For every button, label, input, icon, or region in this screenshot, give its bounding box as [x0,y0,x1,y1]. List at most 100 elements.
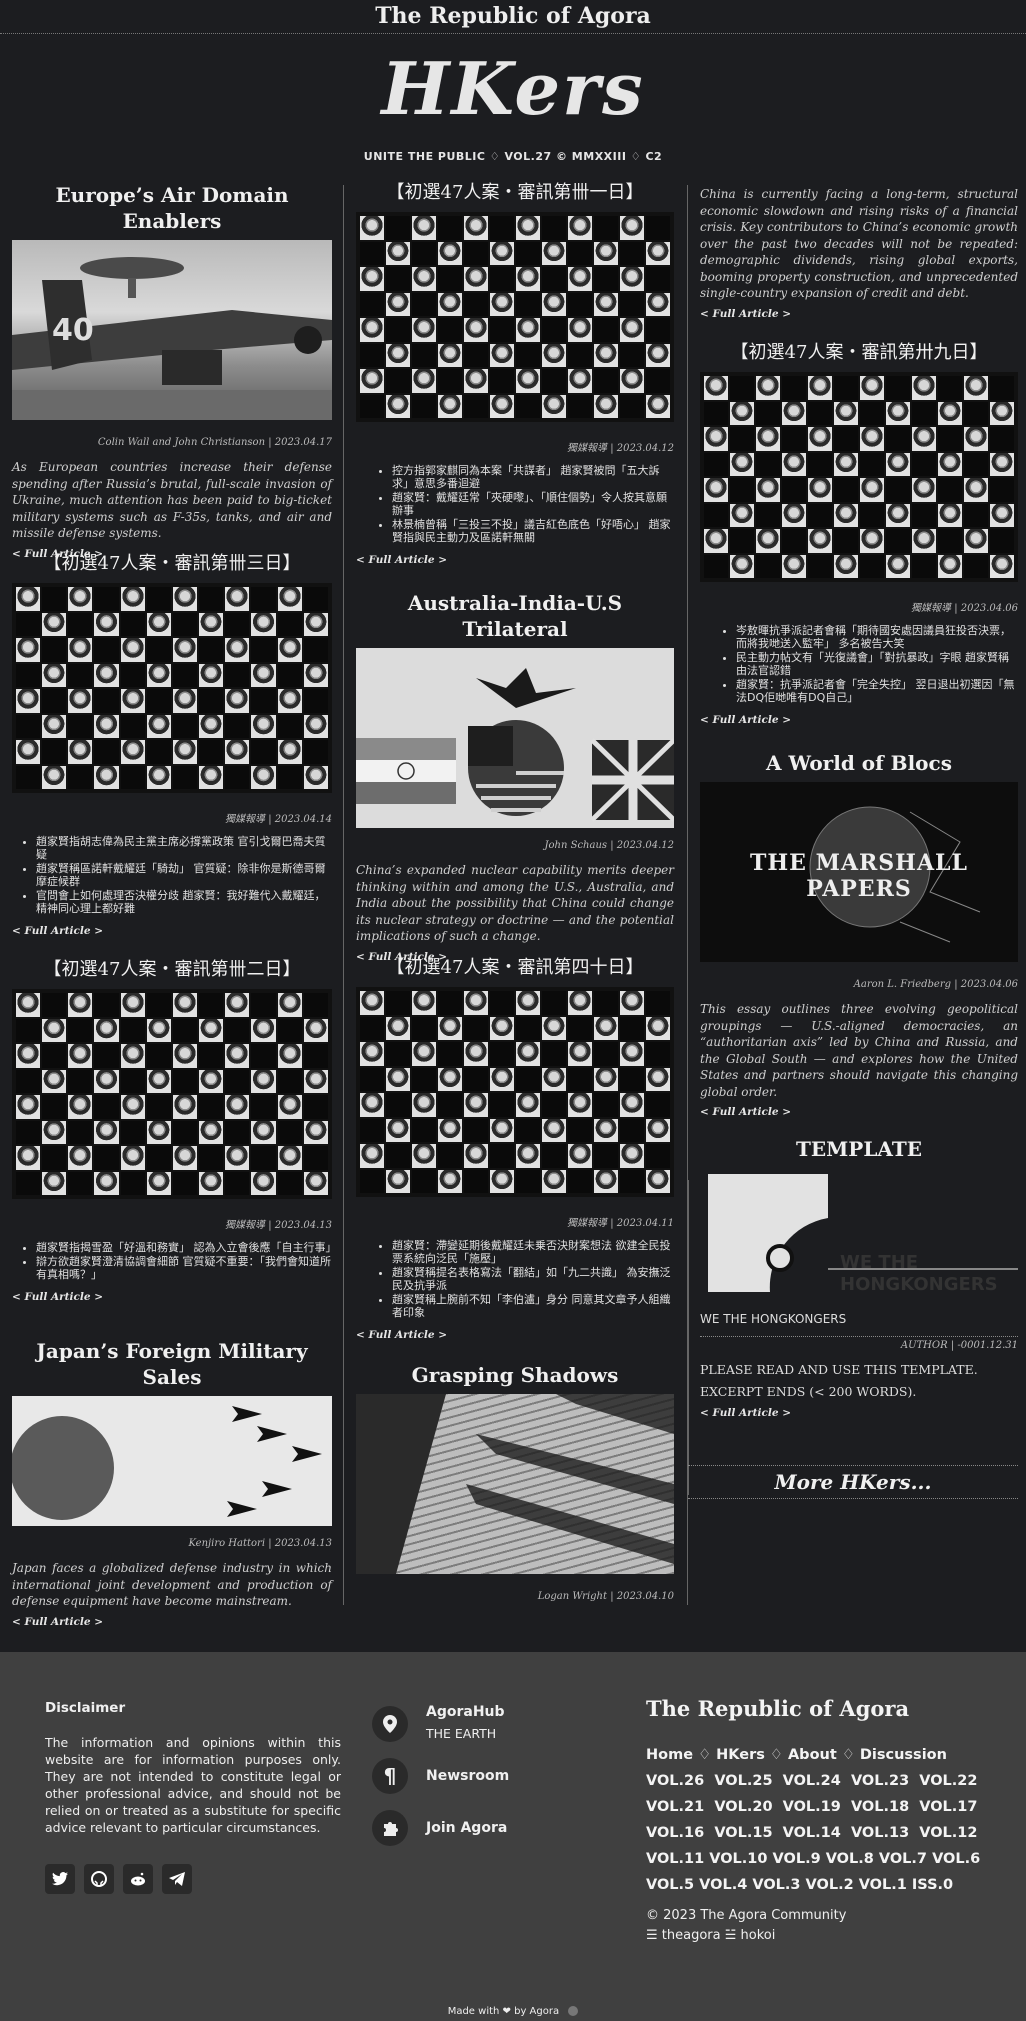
article-headline[interactable]: 【初選47人案・審訊第卌三日】 [12,551,332,577]
article-byline: 獨媒報導 | 2023.04.12 [567,443,674,454]
bullet-item[interactable]: 趙家賢指胡志偉為民主黨主席必撐黨政策 官引戈爾巴喬夫質疑 [36,835,332,861]
social-handles[interactable]: ☰ theagora ☱ hokoi [646,1928,775,1943]
svg-text:40: 40 [52,313,94,348]
full-article-link[interactable]: < Full Article > [700,1407,1018,1419]
article-image-defendants-grid[interactable] [12,583,332,793]
bullet-item[interactable]: 趙家賢稱提名表格寫法「翻結」如「九二共識」 為安撫泛民及抗爭派 [392,1266,674,1292]
puzzle-icon [372,1810,408,1846]
newsroom-link[interactable]: Newsroom [426,1768,509,1784]
full-article-link[interactable]: < Full Article > [700,1106,1018,1118]
article-headline[interactable]: TEMPLATE [700,1136,1018,1162]
agorahub-subtitle: THE EARTH [426,1726,497,1741]
article-byline: John Schaus | 2023.04.12 [544,840,675,851]
article-headline[interactable]: Japan’s Foreign Military Sales [12,1338,332,1390]
bullet-item[interactable]: 趙家賢：抗爭派記者會「完全失控」 翌日退出初選因「無法DQ佢哋唯有DQ自己」 [736,678,1018,704]
reddit-icon[interactable] [123,1864,153,1894]
bullet-item[interactable]: 趙家賢稱區諾軒戴耀廷「騎劫」 官質疑：除非你是斯德哥爾摩症候群 [36,862,332,888]
portrait-grid [12,989,332,1199]
bullet-item[interactable]: 官問會上如何處理否決權分歧 趙家賢：我好難代入戴耀廷，精神同心理上都好難 [36,889,332,915]
bullet-item[interactable]: 辯方欲趙家賢澄清協調會細節 官質疑不重要：「我們會知道所有真相嗎？」 [36,1255,332,1281]
location-pin-icon [372,1706,408,1742]
full-article-link[interactable]: < Full Article > [12,1616,332,1628]
bullet-item[interactable]: 趙家賢：戴耀廷常「夾硬嚟」、「順住個勢」令人按其意願辦事 [392,491,674,517]
article-image-defendants-grid[interactable] [12,989,332,1199]
article-headline[interactable]: Grasping Shadows [356,1362,674,1388]
footer-brand[interactable]: The Republic of Agora [646,1696,909,1721]
article-trial-day-41: 【初選47人案・審訊第卌一日】 獨媒報導 | 2023.04.12 控方指郭家麒… [356,180,674,566]
twitter-icon[interactable] [45,1864,75,1894]
full-article-link[interactable]: < Full Article > [356,554,674,566]
agorahub-link[interactable]: AgoraHub [426,1704,505,1720]
article-image-marshall-papers[interactable]: THE MARSHALL PAPERS [700,782,1018,962]
full-article-link[interactable]: < Full Article > [12,1291,332,1303]
column-divider [343,185,344,1605]
github-icon[interactable] [84,1864,114,1894]
article-byline: 獨媒報導 | 2023.04.13 [225,1220,332,1231]
article-byline: Logan Wright | 2023.04.10 [537,1591,674,1602]
tagline: UNITE THE PUBLIC ♢ VOL.27 © MMXXIII ♢ C2 [363,150,663,163]
article-headline[interactable]: 【初選47人案・審訊第卌一日】 [356,180,674,206]
article-image-defendants-grid[interactable] [700,372,1018,582]
article-byline: Kenjiro Hattori | 2023.04.13 [188,1538,332,1549]
article-headline[interactable]: 【初選47人案・審訊第四十日】 [356,955,674,981]
article-bullets: 趙家賢指揭雪盈「好溫和務實」 認為入立會後應「自主行事」 辯方欲趙家賢澄清協調會… [12,1241,337,1281]
article-image-shadows[interactable] [356,1394,674,1574]
article-image-defendants-grid[interactable] [356,987,674,1197]
join-agora-link[interactable]: Join Agora [426,1820,507,1836]
article-bullets: 趙家賢指胡志偉為民主黨主席必撐黨政策 官引戈爾巴喬夫質疑 趙家賢稱區諾軒戴耀廷「… [12,835,332,915]
article-summary: Japan faces a globalized defense industr… [12,1561,332,1608]
bullet-item[interactable]: 趙家賢指揭雪盈「好溫和務實」 認為入立會後應「自主行事」 [36,1241,337,1254]
article-headline[interactable]: A World of Blocs [700,750,1018,776]
site-title[interactable]: The Republic of Agora [0,0,1026,34]
made-with-credit: Made with ❤ by Agora [0,2006,1026,2017]
full-article-link[interactable]: < Full Article > [356,1329,674,1341]
template-body-line-2: EXCERPT ENDS (< 200 WORDS). [700,1384,917,1399]
volume-links-row-4[interactable]: VOL.11 VOL.10 VOL.9 VOL.8 VOL.7 VOL.6 [646,1846,980,1872]
article-byline: Colin Wall and John Christianson | 2023.… [97,437,332,448]
article-image-flags[interactable] [356,648,674,828]
copyright: © 2023 The Agora Community [646,1908,847,1923]
full-article-link[interactable]: < Full Article > [700,714,1018,726]
portrait-grid [12,583,332,793]
volume-links-row-3[interactable]: VOL.16 VOL.15 VOL.14 VOL.13 VOL.12 [646,1820,977,1846]
article-summary: China is currently facing a long-term, s… [700,187,1018,300]
article-headline[interactable]: 【初選47人案・審訊第卌二日】 [12,957,332,983]
bullet-item[interactable]: 岑敖暉抗爭派記者會稱「期待國安處因議員狂投否決票，而將我哋送入監牢」 多名被告大… [736,624,1018,650]
article-world-of-blocs: A World of Blocs THE MARSHALL PAPERS Aar… [700,750,1018,1118]
full-article-link[interactable]: < Full Article > [700,308,1018,320]
shadow-wall-illustration [356,1394,674,1574]
bullet-item[interactable]: 控方指郭家麒同為本案「共謀者」 趙家賢被問「五大訴求」意思多番迴避 [392,464,674,490]
article-image-jets-flag[interactable] [12,1396,332,1526]
footer-nav[interactable]: Home ♢ HKers ♢ About ♢ Discussion [646,1742,947,1768]
full-article-link[interactable]: < Full Article > [12,925,332,937]
article-byline: 獨媒報導 | 2023.04.11 [567,1218,674,1229]
marshall-papers-title: THE MARSHALL PAPERS [750,850,968,902]
article-trial-day-39: 【初選47人案・審訊第卅九日】 獨媒報導 | 2023.04.06 岑敖暉抗爭派… [700,340,1018,726]
footer: Disclaimer The information and opinions … [0,1652,1026,2021]
article-japan-military-sales: Japan’s Foreign Military Sales Kenjiro H… [12,1338,332,1628]
article-image-we-the-hongkongers[interactable]: WE THE HONGKONGERS [700,1168,1018,1298]
article-image-awacs[interactable]: 40 [12,240,332,420]
disclaimer-text: The information and opinions within this… [45,1735,341,1835]
bullet-item[interactable]: 林景楠曾稱「三投三不投」議吉紅色底色「好唔心」 趙家賢指與民主動力及區諾軒無關 [392,518,674,544]
globe-icon [568,2006,579,2016]
flags-illustration [356,668,674,822]
more-hkers-link[interactable]: More HKers... [688,1465,1018,1499]
bullet-item[interactable]: 民主動力帖文有「光復議會」「對抗暴政」字眼 趙家賢稱由法官認錯 [736,651,1018,677]
article-image-defendants-grid[interactable] [356,212,674,422]
bullet-item[interactable]: 趙家賢：滯變延期後戴耀廷未乗否決財案想法 欲建全民投票系統向泛民「施壓」 [392,1239,674,1265]
masthead-logo[interactable]: HKers [0,44,1026,134]
bullet-item[interactable]: 趙家賢稱上腕前不知「李伯瀘」身分 同意其文章予人組織者印象 [392,1293,674,1319]
telegram-icon[interactable] [162,1864,192,1894]
article-trial-day-40: 【初選47人案・審訊第四十日】 獨媒報導 | 2023.04.11 趙家賢：滯變… [356,955,674,1341]
volume-links-row-2[interactable]: VOL.21 VOL.20 VOL.19 VOL.18 VOL.17 [646,1794,977,1820]
disclaimer-title: Disclaimer [45,1700,126,1716]
article-headline[interactable]: Europe’s Air Domain Enablers [12,182,332,234]
we-the-hongkongers-logo-text: WE THE HONGKONGERS [840,1252,998,1295]
article-headline[interactable]: Australia-India-U.S Trilateral [356,590,674,642]
volume-links-row-1[interactable]: VOL.26 VOL.25 VOL.24 VOL.23 VOL.22 [646,1768,977,1794]
volume-links-row-5[interactable]: VOL.5 VOL.4 VOL.3 VOL.2 VOL.1 ISS.0 [646,1872,953,1898]
article-headline[interactable]: 【初選47人案・審訊第卅九日】 [700,340,1018,366]
article-byline: 獨媒報導 | 2023.04.14 [225,814,332,825]
portrait-grid [700,372,1018,582]
